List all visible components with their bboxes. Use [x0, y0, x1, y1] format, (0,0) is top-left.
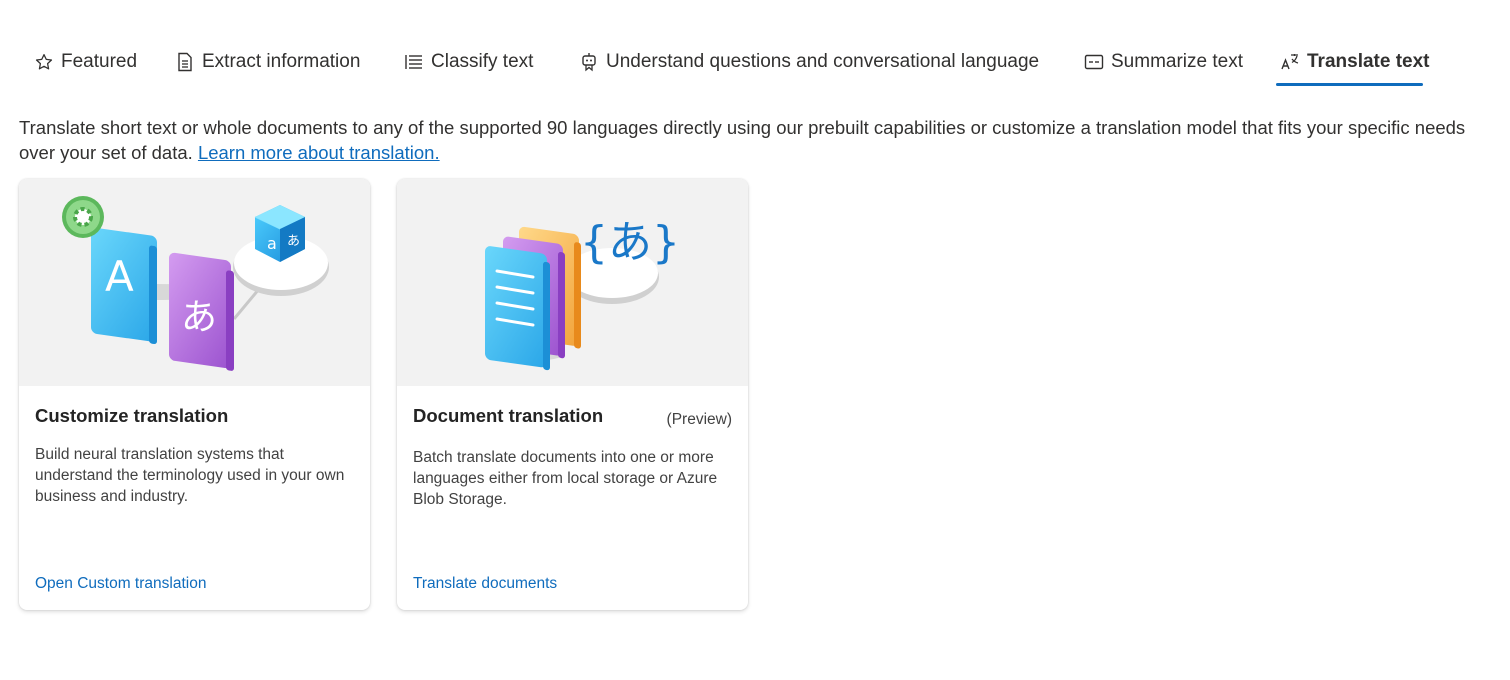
preview-badge: (Preview): [666, 411, 732, 428]
document-icon: [174, 51, 196, 73]
card-description: Build neural translation systems that un…: [35, 446, 345, 505]
card-document-translation[interactable]: {あ} Document translation (Preview) Batch…: [397, 179, 748, 610]
tab-extract-information[interactable]: Extract information: [174, 38, 360, 86]
translate-icon: [1279, 51, 1301, 73]
tile-letter-glyph: A: [105, 252, 134, 301]
tab-classify-text[interactable]: Classify text: [403, 38, 533, 86]
intro-description: Translate short text or whole documents …: [19, 115, 1469, 165]
tab-label: Extract information: [202, 51, 361, 72]
star-icon: [33, 51, 55, 73]
tab-label: Understand questions and conversational …: [606, 51, 1040, 72]
learn-more-link[interactable]: Learn more about translation.: [198, 142, 440, 163]
braced-kana-glyph: {あ}: [580, 217, 680, 268]
tab-bar: Featured Extract information Classify te…: [0, 0, 1510, 90]
tab-label: Translate text: [1307, 51, 1430, 72]
summary-icon: [1083, 51, 1105, 73]
tab-featured[interactable]: Featured: [33, 38, 137, 86]
tab-label: Classify text: [431, 51, 534, 72]
custom-translation-illustration: a あ A あ: [19, 179, 370, 386]
tab-translate-text[interactable]: Translate text: [1279, 38, 1430, 86]
tab-label: Featured: [61, 51, 138, 72]
active-tab-indicator: [1276, 83, 1423, 86]
tab-label: Summarize text: [1111, 51, 1243, 72]
cube-latin-glyph: a: [267, 234, 277, 253]
tile-kana-glyph: あ: [181, 297, 217, 338]
open-custom-translation-link[interactable]: Open Custom translation: [35, 575, 206, 593]
tab-summarize-text[interactable]: Summarize text: [1083, 38, 1243, 86]
bot-icon: [578, 51, 600, 73]
card-customize-translation[interactable]: a あ A あ Customize translation Build neur…: [19, 179, 370, 610]
cube-kana-glyph: あ: [287, 234, 300, 249]
card-description: Batch translate documents into one or mo…: [413, 449, 718, 508]
document-translation-illustration: {あ}: [397, 179, 748, 386]
card-title: Customize translation: [35, 405, 229, 426]
card-title: Document translation: [413, 405, 604, 426]
list-icon: [403, 51, 425, 73]
tab-understand-questions[interactable]: Understand questions and conversational …: [578, 38, 1039, 86]
translate-documents-link[interactable]: Translate documents: [413, 575, 557, 593]
